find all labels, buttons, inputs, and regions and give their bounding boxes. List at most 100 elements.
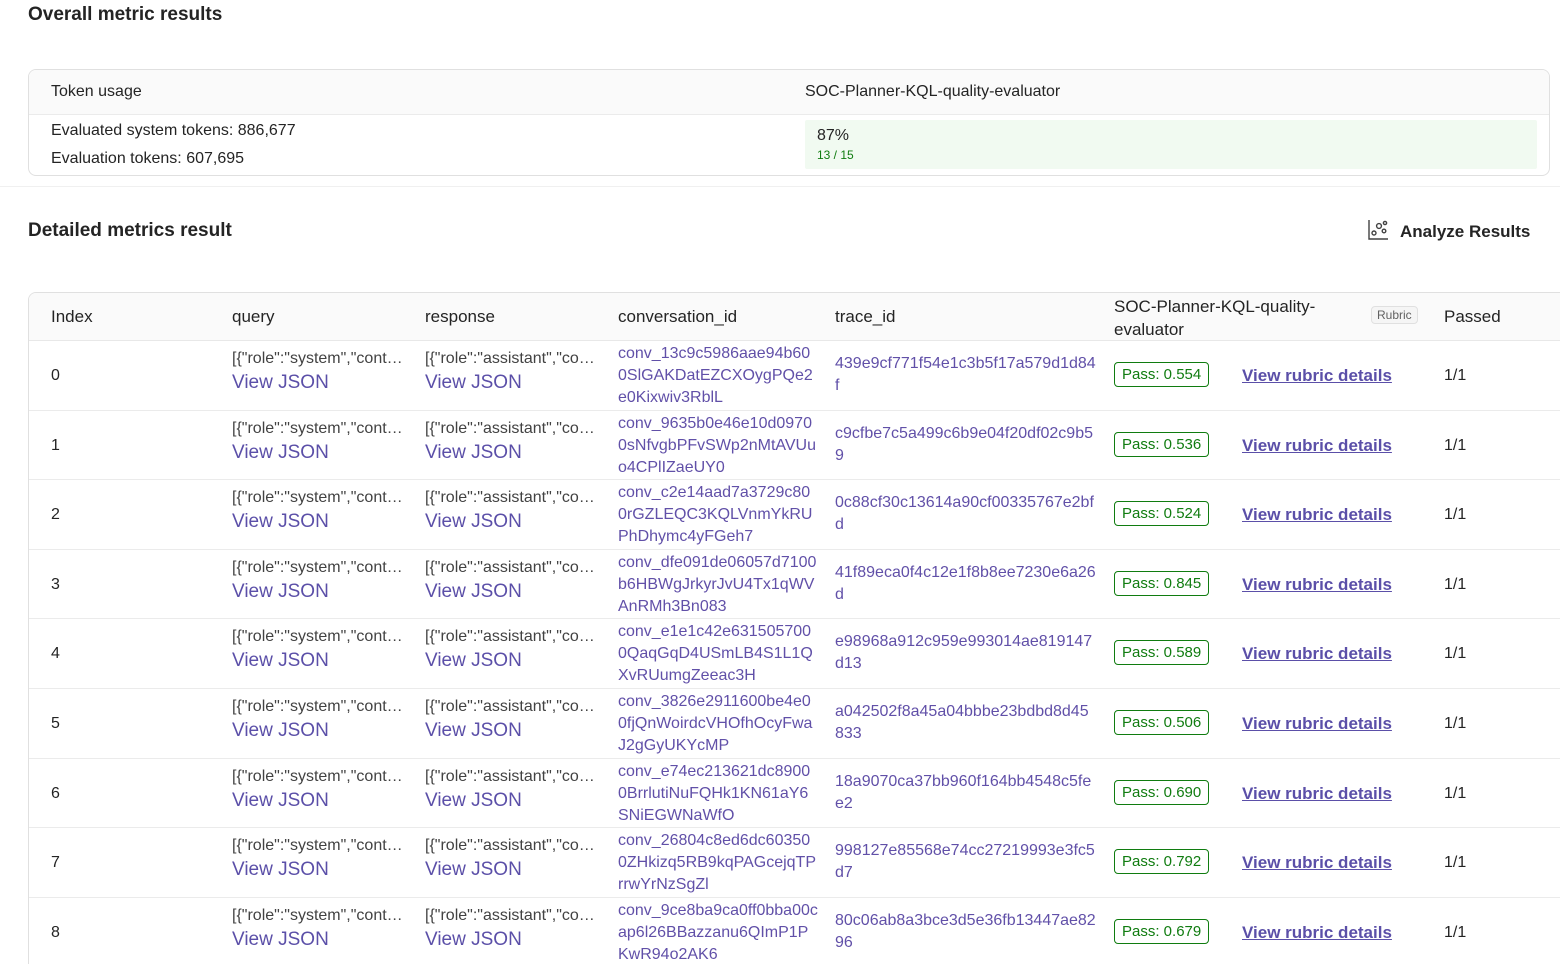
conversation-id-link[interactable]: conv_e1e1c42e6315057000QaqGqD4USmLB4S1L1… — [618, 621, 818, 687]
view-json-link[interactable]: View JSON — [232, 511, 412, 533]
conversation-id-link[interactable]: conv_26804c8ed6dc603500ZHkizq5RB9kqPAGce… — [618, 830, 818, 896]
header-index[interactable]: Index — [51, 307, 93, 327]
view-rubric-details-link[interactable]: View rubric details — [1242, 784, 1392, 804]
view-json-link[interactable]: View JSON — [425, 581, 605, 603]
conversation-id-link[interactable]: conv_3826e2911600be4e00fjQnWoirdcVHOfhOc… — [618, 691, 818, 757]
view-json-link[interactable]: View JSON — [232, 581, 412, 603]
trace-id-link[interactable]: a042502f8a45a04bbbe23bdbd8d45833 — [835, 701, 1097, 745]
query-cell: [{"role":"system","content" View JSON — [232, 489, 412, 533]
overall-results-card: Token usage SOC-Planner-KQL-quality-eval… — [28, 69, 1550, 176]
pass-score-badge: Pass: 0.554 — [1114, 362, 1210, 387]
header-response[interactable]: response — [425, 307, 495, 327]
query-preview: [{"role":"system","content" — [232, 558, 408, 576]
view-rubric-details-link[interactable]: View rubric details — [1242, 366, 1392, 386]
response-cell: [{"role":"assistant","content" View JSON — [425, 559, 605, 603]
response-cell: [{"role":"assistant","content" View JSON — [425, 350, 605, 394]
view-json-link[interactable]: View JSON — [425, 859, 605, 881]
score-fraction: 13 / 15 — [817, 148, 854, 162]
header-query[interactable]: query — [232, 307, 275, 327]
conversation-id-link[interactable]: conv_c2e14aad7a3729c800rGZLEQC3KQLVnmYkR… — [618, 482, 818, 548]
query-cell: [{"role":"system","content" View JSON — [232, 698, 412, 742]
table-row: 7 [{"role":"system","content" View JSON … — [29, 828, 1560, 898]
query-cell: [{"role":"system","content" View JSON — [232, 350, 412, 394]
view-json-link[interactable]: View JSON — [232, 790, 412, 812]
table-row: 4 [{"role":"system","content" View JSON … — [29, 619, 1560, 689]
metrics-table: Index query response conversation_id tra… — [28, 292, 1560, 964]
analyze-chart-icon — [1366, 218, 1390, 247]
table-row: 5 [{"role":"system","content" View JSON … — [29, 689, 1560, 759]
view-json-link[interactable]: View JSON — [232, 650, 412, 672]
pass-score-badge: Pass: 0.792 — [1114, 849, 1210, 875]
conversation-id-link[interactable]: conv_dfe091de06057d7100b6HBWgJrkyrJvU4Tx… — [618, 552, 818, 618]
query-preview: [{"role":"system","content" — [232, 489, 408, 507]
trace-id-link[interactable]: 0c88cf30c13614a90cf00335767e2bfd — [835, 492, 1097, 536]
rubric-tag: Rubric — [1371, 306, 1418, 324]
query-cell: [{"role":"system","content" View JSON — [232, 837, 412, 881]
view-json-link[interactable]: View JSON — [232, 372, 412, 394]
response-cell: [{"role":"assistant","content" View JSON — [425, 420, 605, 464]
table-row: 0 [{"role":"system","content" View JSON … — [29, 341, 1560, 411]
view-json-link[interactable]: View JSON — [425, 372, 605, 394]
passed-count: 1/1 — [1444, 367, 1467, 384]
view-rubric-details-link[interactable]: View rubric details — [1242, 505, 1392, 525]
conversation-id-link[interactable]: conv_9635b0e46e10d09700sNfvgbPFvSWp2nMtA… — [618, 413, 818, 479]
view-json-link[interactable]: View JSON — [425, 720, 605, 742]
response-cell: [{"role":"assistant","content" View JSON — [425, 768, 605, 812]
response-preview: [{"role":"assistant","content" — [425, 489, 601, 507]
response-cell: [{"role":"assistant","content" View JSON — [425, 489, 605, 533]
trace-id-link[interactable]: 439e9cf771f54e1c3b5f17a579d1d84f — [835, 353, 1097, 397]
conversation-id-link[interactable]: conv_13c9c5986aae94b600SlGAKDatEZCXOygPQ… — [618, 343, 818, 409]
response-preview: [{"role":"assistant","content" — [425, 906, 601, 924]
pass-score-badge: Pass: 0.589 — [1114, 640, 1210, 666]
score-percent: 87% — [817, 127, 850, 144]
view-rubric-details-link[interactable]: View rubric details — [1242, 644, 1392, 664]
header-evaluator[interactable]: SOC-Planner-KQL-quality-evaluator — [1114, 295, 1354, 341]
header-trace-id[interactable]: trace_id — [835, 307, 895, 327]
passed-count: 1/1 — [1444, 436, 1467, 454]
evaluation-tokens-text: Evaluation tokens: 607,695 — [51, 150, 245, 167]
analyze-results-button[interactable]: Analyze Results — [1360, 216, 1536, 248]
query-preview: [{"role":"system","content" — [232, 767, 408, 785]
overall-results-body: Evaluated system tokens: 886,677 Evaluat… — [29, 115, 1549, 175]
passed-count: 1/1 — [1444, 854, 1467, 872]
response-cell: [{"role":"assistant","content" View JSON — [425, 698, 605, 742]
view-json-link[interactable]: View JSON — [425, 442, 605, 464]
view-json-link[interactable]: View JSON — [232, 929, 412, 951]
row-index: 0 — [51, 367, 60, 384]
response-cell: [{"role":"assistant","content" View JSON — [425, 837, 605, 881]
view-json-link[interactable]: View JSON — [232, 442, 412, 464]
header-passed[interactable]: Passed — [1444, 307, 1501, 327]
response-cell: [{"role":"assistant","content" View JSON — [425, 907, 605, 951]
view-json-link[interactable]: View JSON — [425, 790, 605, 812]
query-cell: [{"role":"system","content" View JSON — [232, 907, 412, 951]
trace-id-link[interactable]: 41f89eca0f4c12e1f8b8ee7230e6a26d — [835, 562, 1097, 606]
query-preview: [{"role":"system","content" — [232, 906, 408, 924]
table-row: 8 [{"role":"system","content" View JSON … — [29, 898, 1560, 964]
passed-count: 1/1 — [1444, 923, 1467, 941]
view-rubric-details-link[interactable]: View rubric details — [1242, 714, 1392, 734]
view-rubric-details-link[interactable]: View rubric details — [1242, 853, 1392, 873]
trace-id-link[interactable]: 998127e85568e74cc27219993e3fc5d7 — [835, 840, 1097, 884]
view-rubric-details-link[interactable]: View rubric details — [1242, 923, 1392, 943]
view-rubric-details-link[interactable]: View rubric details — [1242, 436, 1392, 456]
trace-id-link[interactable]: e98968a912c959e993014ae819147d13 — [835, 631, 1097, 675]
table-row: 1 [{"role":"system","content" View JSON … — [29, 411, 1560, 481]
view-json-link[interactable]: View JSON — [232, 859, 412, 881]
view-json-link[interactable]: View JSON — [232, 720, 412, 742]
view-rubric-details-link[interactable]: View rubric details — [1242, 575, 1392, 595]
table-row: 3 [{"role":"system","content" View JSON … — [29, 550, 1560, 620]
view-json-link[interactable]: View JSON — [425, 650, 605, 672]
view-json-link[interactable]: View JSON — [425, 511, 605, 533]
trace-id-link[interactable]: 18a9070ca37bb960f164bb4548c5fee2 — [835, 771, 1097, 815]
trace-id-link[interactable]: 80c06ab8a3bce3d5e36fb13447ae8296 — [835, 910, 1097, 954]
trace-id-link[interactable]: c9cfbe7c5a499c6b9e04f20df02c9b59 — [835, 423, 1097, 467]
conversation-id-link[interactable]: conv_e74ec213621dc89000BrrlutiNuFQHk1KN6… — [618, 761, 818, 827]
view-json-link[interactable]: View JSON — [425, 929, 605, 951]
evaluator-header: SOC-Planner-KQL-quality-evaluator — [805, 83, 1061, 100]
row-index: 2 — [51, 506, 60, 524]
conversation-id-link[interactable]: conv_9ce8ba9ca0ff0bba00cap6l26BBazzanu6Q… — [618, 900, 818, 964]
response-preview: [{"role":"assistant","content" — [425, 767, 601, 785]
token-usage-header: Token usage — [51, 83, 142, 100]
response-preview: [{"role":"assistant","content" — [425, 350, 601, 367]
header-conversation-id[interactable]: conversation_id — [618, 307, 737, 327]
